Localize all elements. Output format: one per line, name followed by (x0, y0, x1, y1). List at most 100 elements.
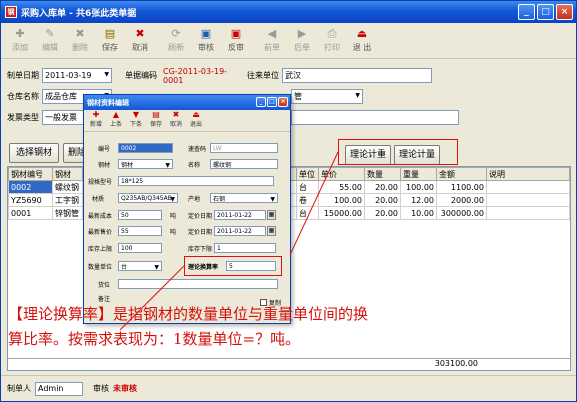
cell-unit: 台 (296, 206, 319, 220)
col-amount[interactable]: 金额 (436, 167, 487, 181)
unit-field[interactable]: 武汉 (282, 68, 432, 83)
price-field[interactable]: 55 (118, 226, 162, 236)
cell-price: 100.00 (318, 193, 365, 207)
print-icon: ⎙ (327, 26, 337, 40)
cell-qty: 20.00 (364, 206, 401, 220)
unaudit-button[interactable]: ▣ 反审 (221, 23, 251, 57)
sdate-field[interactable]: 2011-01-22 (214, 226, 266, 236)
cost-unit: 吨 (170, 212, 177, 220)
cell-code: 0002 (8, 180, 53, 194)
qtyunit-field[interactable]: 台 (118, 261, 162, 271)
calendar-icon[interactable]: ▦ (267, 210, 276, 220)
audit-status: 未审核 (113, 384, 137, 393)
add-button[interactable]: ✚ 添加 (5, 23, 35, 57)
new-icon: ✚ (92, 110, 100, 119)
cell-price: 55.00 (318, 180, 365, 194)
name-field[interactable]: 螺纹钢 (210, 159, 278, 169)
dialog-prev-button[interactable]: ▲ 上条 (106, 110, 126, 131)
exit-icon: ⏏ (356, 26, 368, 40)
col-name[interactable]: 钢材 (52, 167, 83, 181)
cell-weight: 12.00 (400, 193, 437, 207)
dialog-next-button[interactable]: ▼ 下条 (126, 110, 146, 131)
unaudit-icon: ▣ (230, 26, 242, 40)
cancel-button[interactable]: ✖ 取消 (125, 23, 155, 57)
lower-field[interactable]: 1 (214, 243, 276, 253)
audit-icon: ▣ (200, 26, 212, 40)
code-label: 编号 (98, 145, 111, 153)
dialog-title: 钢材资料编辑 (87, 98, 129, 107)
location-field[interactable] (118, 279, 278, 289)
col-unit[interactable]: 单位 (296, 167, 319, 181)
add-icon: ✚ (15, 26, 25, 40)
col-qty[interactable]: 数量 (364, 167, 401, 181)
edit-icon: ✎ (45, 26, 55, 40)
select-steel-button[interactable]: 选择钢材 (9, 143, 59, 163)
unit-row: 往来单位 武汉 (247, 68, 432, 83)
quick-label: 速查码 (188, 145, 207, 153)
col-code[interactable]: 钢材编号 (8, 167, 53, 181)
save-icon: ▤ (152, 110, 160, 119)
title-bar: 钢 采购入库单 - 共6张此类单据 _ □ × (1, 1, 576, 23)
exit-icon: ⏏ (192, 110, 200, 119)
category-field[interactable]: 钢材 (118, 159, 173, 169)
rate-field[interactable]: 5 (226, 261, 276, 271)
dialog-new-button[interactable]: ✚ 新增 (86, 110, 106, 131)
cost-field[interactable]: 50 (118, 210, 162, 220)
save-button[interactable]: ▤ 保存 (95, 23, 125, 57)
date-field[interactable]: 2011-03-19 (42, 68, 112, 83)
window-title: 采购入库单 - 共6张此类单据 (21, 8, 137, 19)
date-label: 制单日期 (7, 71, 39, 80)
dialog-close-button[interactable]: × (278, 97, 288, 107)
cell-unit: 卷 (296, 193, 319, 207)
prev-icon: ◀ (267, 26, 277, 40)
maker-label: 制单人 (7, 384, 31, 393)
dialog-cancel-button[interactable]: ✖ 取消 (166, 110, 186, 131)
person-field[interactable]: 管 (291, 89, 363, 104)
upper-field[interactable]: 100 (118, 243, 162, 253)
down-icon: ▼ (132, 110, 140, 119)
unit-label: 往来单位 (247, 71, 279, 80)
calendar-icon[interactable]: ▦ (267, 226, 276, 236)
dialog-title-bar: 钢材资料编辑 _ □ × (84, 95, 290, 110)
print-button[interactable]: ⎙ 打印 (317, 23, 347, 57)
dialog-maximize-button[interactable]: □ (267, 97, 277, 107)
category-label: 钢材 (98, 161, 111, 169)
col-price[interactable]: 单价 (318, 167, 365, 181)
dialog-minimize-button[interactable]: _ (256, 97, 266, 107)
cell-price: 15000.00 (318, 206, 365, 220)
quick-code-field[interactable]: LW (210, 143, 278, 153)
dialog-save-button[interactable]: ▤ 保存 (146, 110, 166, 131)
price-unit: 吨 (170, 228, 177, 236)
toolbar: ✚ 添加 ✎ 编辑 ✖ 删除 ▤ 保存 ✖ 取消 ⟳ 刷新 ▣ 审核 ▣ 反审 ◀ 前单 ▶ 后单 … (1, 23, 576, 59)
memo-field[interactable] (291, 110, 459, 125)
col-weight[interactable]: 重量 (400, 167, 437, 181)
origin-field[interactable]: 石钢 (210, 193, 278, 203)
edit-button[interactable]: ✎ 编辑 (35, 23, 65, 57)
cell-unit: 台 (296, 180, 319, 194)
dialog-exit-button[interactable]: ⏏ 退出 (186, 110, 206, 131)
material-label: 材质 (92, 195, 105, 203)
cell-code: 0001 (8, 206, 53, 220)
total-row: 303100.00 (8, 358, 570, 370)
next-button[interactable]: ▶ 后单 (287, 23, 317, 57)
spec-label: 规格型号 (88, 178, 113, 186)
steel-code-field[interactable]: 0002 (118, 143, 173, 153)
minimize-button[interactable]: _ (518, 4, 535, 20)
spec-field[interactable]: 18*125 (118, 176, 274, 186)
audit-button[interactable]: ▣ 审核 (191, 23, 221, 57)
cell-weight: 100.00 (400, 180, 437, 194)
prev-button[interactable]: ◀ 前单 (257, 23, 287, 57)
pdate-label: 定价日期 (188, 212, 213, 220)
refresh-button[interactable]: ⟳ 刷新 (161, 23, 191, 57)
dialog-toolbar: ✚ 新增 ▲ 上条 ▼ 下条 ▤ 保存 ✖ 取消 ⏏ 退出 (84, 110, 290, 132)
col-remark[interactable]: 说明 (486, 167, 570, 181)
maximize-button[interactable]: □ (537, 4, 554, 20)
type-label: 发票类型 (7, 113, 39, 122)
exit-button[interactable]: ⏏ 退 出 (347, 23, 377, 57)
cell-amount: 2000.00 (436, 193, 487, 207)
code-field: CG-2011-03-19-0001 (163, 66, 228, 85)
pdate-field[interactable]: 2011-01-22 (214, 210, 266, 220)
delete-button[interactable]: ✖ 删除 (65, 23, 95, 57)
material-field[interactable]: Q235AB/Q345AB (118, 193, 178, 203)
close-button[interactable]: × (556, 4, 573, 20)
